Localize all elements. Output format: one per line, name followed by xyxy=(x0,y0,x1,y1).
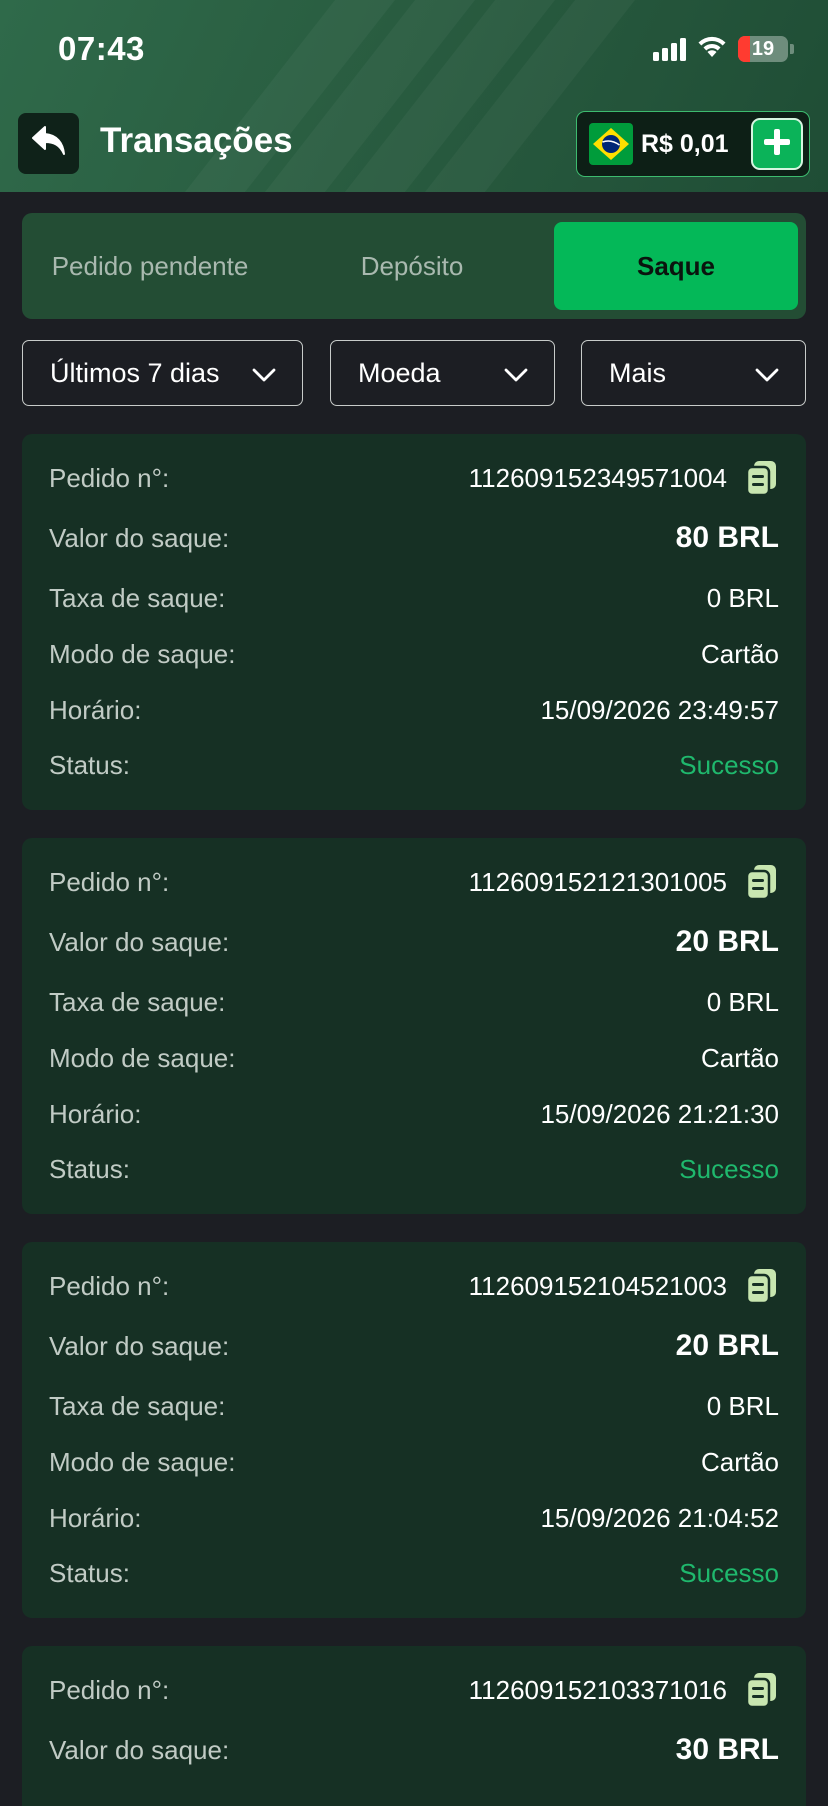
transaction-tabs: Pedido pendente Depósito Saque xyxy=(22,213,806,319)
order-row: Pedido n°: 112609152103371016 xyxy=(49,1670,779,1710)
filter-currency-label: Moeda xyxy=(358,357,441,388)
time-label: Horário: xyxy=(49,1502,142,1533)
fee-value: 0 BRL xyxy=(706,582,779,613)
order-row: Pedido n°: 112609152104521003 xyxy=(49,1266,779,1306)
time-value: 15/09/2026 21:04:52 xyxy=(540,1502,779,1533)
mode-row: Modo de saque: Cartão xyxy=(49,1442,779,1482)
transaction-card: Pedido n°: 112609152121301005 Valor do s… xyxy=(22,838,806,1214)
order-label: Pedido n°: xyxy=(49,1270,170,1301)
time-value: 15/09/2026 23:49:57 xyxy=(540,694,779,725)
status-label: Status: xyxy=(49,1153,130,1184)
status-value: Sucesso xyxy=(679,749,779,780)
time-value: 15/09/2026 21:21:30 xyxy=(540,1098,779,1129)
tab-pending[interactable]: Pedido pendente xyxy=(24,222,276,310)
filter-date-label: Últimos 7 dias xyxy=(50,357,220,388)
amount-value: 20 BRL xyxy=(675,1329,779,1362)
status-row: Status: Sucesso xyxy=(49,745,779,785)
status-time: 07:43 xyxy=(58,30,145,67)
mode-label: Modo de saque: xyxy=(49,1446,236,1477)
fee-label: Taxa de saque: xyxy=(49,986,226,1017)
back-arrow-icon xyxy=(30,124,68,163)
tab-withdraw[interactable]: Saque xyxy=(554,222,798,310)
filter-more-label: Mais xyxy=(609,357,667,388)
order-number: 112609152121301005 xyxy=(468,866,727,897)
mode-row: Modo de saque: Cartão xyxy=(49,634,779,674)
order-number: 112609152104521003 xyxy=(468,1270,727,1301)
amount-value: 30 BRL xyxy=(675,1733,779,1766)
filter-date-range[interactable]: Últimos 7 dias xyxy=(22,340,303,406)
status-label: Status: xyxy=(49,749,130,780)
back-button[interactable] xyxy=(18,113,79,174)
amount-value: 80 BRL xyxy=(675,521,779,554)
mode-value: Cartão xyxy=(700,1446,779,1477)
balance-amount: R$ 0,01 xyxy=(641,129,729,158)
battery-level: 19 xyxy=(751,37,775,60)
time-row: Horário: 15/09/2026 21:04:52 xyxy=(49,1498,779,1538)
order-number: 112609152349571004 xyxy=(468,462,727,493)
fee-label: Taxa de saque: xyxy=(49,1390,226,1421)
amount-row: Valor do saque: 30 BRL xyxy=(49,1730,779,1770)
fee-label: Taxa de saque: xyxy=(49,582,226,613)
brazil-flag-icon xyxy=(589,123,633,165)
mode-label: Modo de saque: xyxy=(49,1042,236,1073)
signal-icon xyxy=(653,37,686,61)
time-label: Horário: xyxy=(49,694,142,725)
app-header: 07:43 19 Transações R$ 0,01 xyxy=(0,0,828,192)
copy-icon[interactable] xyxy=(745,864,779,900)
amount-row: Valor do saque: 20 BRL xyxy=(49,922,779,962)
chevron-down-icon xyxy=(755,358,779,389)
fee-row: Taxa de saque: 0 BRL xyxy=(49,982,779,1022)
order-row: Pedido n°: 112609152349571004 xyxy=(49,458,779,498)
order-label: Pedido n°: xyxy=(49,866,170,897)
copy-icon[interactable] xyxy=(745,1672,779,1708)
time-label: Horário: xyxy=(49,1098,142,1129)
plus-icon xyxy=(762,127,792,162)
copy-icon[interactable] xyxy=(745,460,779,496)
page-title: Transações xyxy=(100,121,293,160)
wifi-icon xyxy=(696,35,728,64)
amount-row: Valor do saque: 80 BRL xyxy=(49,518,779,558)
transaction-card: Pedido n°: 112609152103371016 Valor do s… xyxy=(22,1646,806,1806)
chevron-down-icon xyxy=(252,358,276,389)
time-row: Horário: 15/09/2026 23:49:57 xyxy=(49,690,779,730)
amount-label: Valor do saque: xyxy=(49,522,230,553)
order-row: Pedido n°: 112609152121301005 xyxy=(49,862,779,902)
status-value: Sucesso xyxy=(679,1557,779,1588)
fee-value: 0 BRL xyxy=(706,986,779,1017)
order-label: Pedido n°: xyxy=(49,1674,170,1705)
mode-row: Modo de saque: Cartão xyxy=(49,1038,779,1078)
mode-value: Cartão xyxy=(700,1042,779,1073)
order-number: 112609152103371016 xyxy=(468,1674,727,1705)
amount-value: 20 BRL xyxy=(675,925,779,958)
status-row: Status: Sucesso xyxy=(49,1553,779,1593)
transaction-card: Pedido n°: 112609152349571004 Valor do s… xyxy=(22,434,806,810)
fee-row: Taxa de saque: 0 BRL xyxy=(49,1386,779,1426)
filter-currency[interactable]: Moeda xyxy=(330,340,555,406)
filter-more[interactable]: Mais xyxy=(581,340,806,406)
tab-deposit[interactable]: Depósito xyxy=(306,222,518,310)
amount-row: Valor do saque: 20 BRL xyxy=(49,1326,779,1366)
copy-icon[interactable] xyxy=(745,1268,779,1304)
fee-value: 0 BRL xyxy=(706,1390,779,1421)
status-label: Status: xyxy=(49,1557,130,1588)
order-label: Pedido n°: xyxy=(49,462,170,493)
status-row: Status: Sucesso xyxy=(49,1149,779,1189)
fee-row: Taxa de saque: 0 BRL xyxy=(49,578,779,618)
mode-label: Modo de saque: xyxy=(49,638,236,669)
amount-label: Valor do saque: xyxy=(49,926,230,957)
amount-label: Valor do saque: xyxy=(49,1330,230,1361)
battery-icon: 19 xyxy=(738,36,788,62)
time-row: Horário: 15/09/2026 21:21:30 xyxy=(49,1094,779,1134)
add-funds-button[interactable] xyxy=(751,118,803,170)
balance-widget[interactable]: R$ 0,01 xyxy=(576,111,810,177)
amount-label: Valor do saque: xyxy=(49,1734,230,1765)
status-value: Sucesso xyxy=(679,1153,779,1184)
status-icons: 19 xyxy=(653,34,794,64)
chevron-down-icon xyxy=(504,358,528,389)
mode-value: Cartão xyxy=(700,638,779,669)
transaction-card: Pedido n°: 112609152104521003 Valor do s… xyxy=(22,1242,806,1618)
